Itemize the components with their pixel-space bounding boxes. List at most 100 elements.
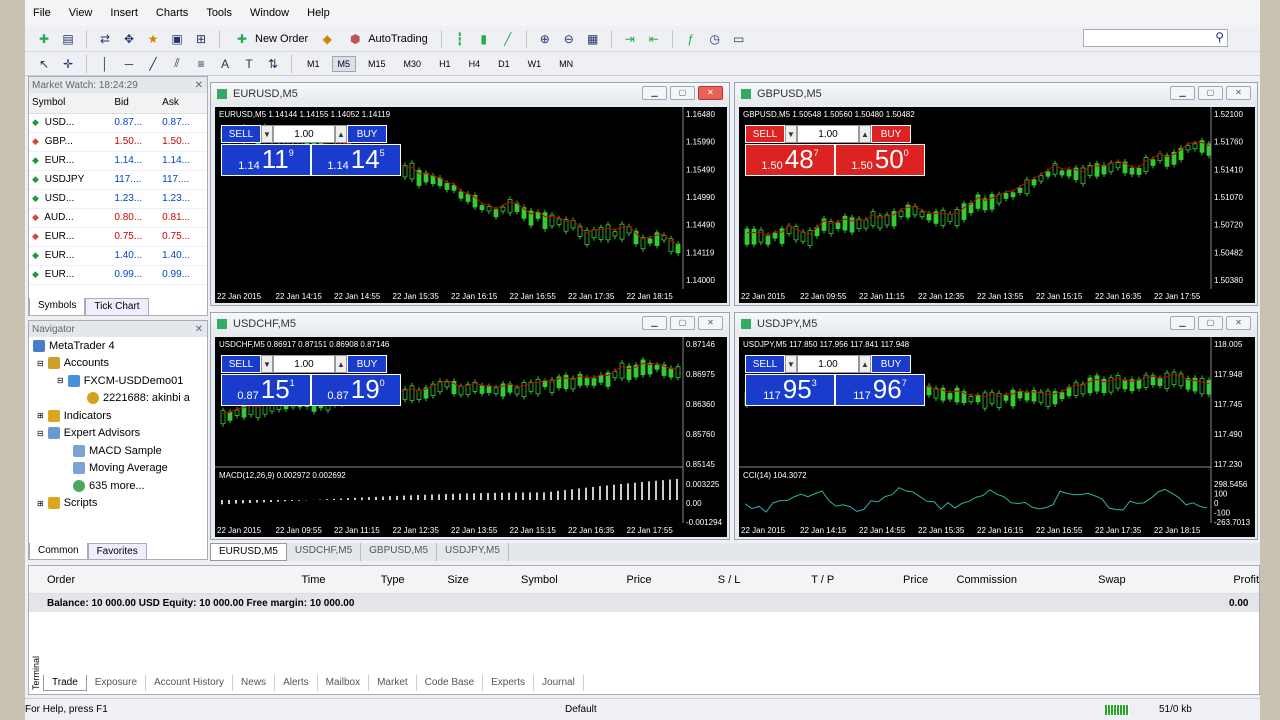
- chart-tab-usdjpy[interactable]: USDJPY,M5: [437, 543, 509, 561]
- tab-symbols[interactable]: Symbols: [29, 298, 86, 316]
- arrows-icon[interactable]: ⇅: [264, 55, 282, 73]
- restore-icon[interactable]: ▢: [1198, 86, 1223, 100]
- tab-tick-chart[interactable]: Tick Chart: [85, 298, 149, 316]
- col-price-current[interactable]: Price: [834, 574, 928, 586]
- timeframe-d1[interactable]: D1: [492, 56, 516, 72]
- sell-button[interactable]: SELL: [221, 125, 261, 143]
- chart-canvas[interactable]: USDCHF,M5 0.86917 0.87151 0.86908 0.8714…: [215, 337, 727, 537]
- expand-icon[interactable]: ⊞: [37, 499, 44, 508]
- col-type[interactable]: Type: [326, 574, 405, 586]
- expand-icon[interactable]: ⊟: [57, 376, 64, 385]
- tree-item-metatrader[interactable]: MetaTrader 4: [29, 337, 207, 355]
- column-bid[interactable]: Bid: [111, 93, 160, 114]
- strategy-tester-icon[interactable]: ⊞: [192, 30, 210, 48]
- sell-price-button[interactable]: 0.87 15 1: [221, 374, 311, 406]
- timeframe-m1[interactable]: M1: [301, 56, 326, 72]
- sell-price-button[interactable]: 1.14 11 9: [221, 144, 311, 176]
- close-icon[interactable]: ✕: [698, 316, 723, 330]
- close-icon[interactable]: ✕: [698, 86, 723, 100]
- tile-windows-icon[interactable]: ▦: [584, 30, 602, 48]
- text-icon[interactable]: A: [216, 55, 234, 73]
- close-icon[interactable]: ✕: [195, 324, 203, 335]
- expand-icon[interactable]: ⊞: [37, 411, 44, 420]
- terminal-icon[interactable]: ▣: [168, 30, 186, 48]
- line-chart-icon[interactable]: ╱: [499, 30, 517, 48]
- market-watch-icon[interactable]: ⇄: [96, 30, 114, 48]
- search-icon[interactable]: ⚲: [1215, 30, 1224, 44]
- minimize-icon[interactable]: ▁: [1170, 86, 1195, 100]
- tree-item-scripts[interactable]: ⊞ Scripts: [29, 495, 207, 513]
- menu-view[interactable]: View: [69, 7, 93, 19]
- lot-down-icon[interactable]: ▼: [261, 125, 273, 143]
- tab-common[interactable]: Common: [29, 543, 88, 560]
- sell-button[interactable]: SELL: [745, 125, 785, 143]
- lot-down-icon[interactable]: ▼: [261, 355, 273, 373]
- tab-experts[interactable]: Experts: [483, 675, 535, 691]
- chart-tab-usdchf[interactable]: USDCHF,M5: [287, 543, 362, 561]
- timeframe-m5[interactable]: M5: [331, 55, 357, 72]
- market-watch-row[interactable]: ◆ USDJPY 117.... 117....: [29, 170, 207, 190]
- lot-size-input[interactable]: 1.00: [273, 355, 335, 373]
- menu-tools[interactable]: Tools: [206, 7, 232, 19]
- lot-size-input[interactable]: 1.00: [797, 355, 859, 373]
- text-label-icon[interactable]: T: [240, 55, 258, 73]
- tree-item-moving-average[interactable]: Moving Average: [29, 460, 207, 478]
- lot-size-input[interactable]: 1.00: [797, 125, 859, 143]
- metaeditor-icon[interactable]: ◆: [318, 30, 336, 48]
- col-commission[interactable]: Commission: [928, 574, 1018, 586]
- zoom-in-icon[interactable]: ⊕: [536, 30, 554, 48]
- chart-window[interactable]: GBPUSD,M5 ▁ ▢ ✕ GBPUSD,M5 1.50548 1.50560 1.…: [734, 82, 1258, 306]
- vertical-line-icon[interactable]: │: [96, 55, 114, 73]
- market-watch-row[interactable]: ◆ USD... 1.23... 1.23...: [29, 189, 207, 209]
- col-price[interactable]: Price: [558, 574, 651, 586]
- buy-button[interactable]: BUY: [871, 125, 911, 143]
- candlestick-icon[interactable]: ▮: [475, 30, 493, 48]
- tab-account-history[interactable]: Account History: [146, 675, 234, 691]
- tab-mailbox[interactable]: Mailbox: [318, 675, 370, 691]
- lot-down-icon[interactable]: ▼: [785, 355, 797, 373]
- buy-button[interactable]: BUY: [871, 355, 911, 373]
- tree-item-accounts[interactable]: ⊟ Accounts: [29, 355, 207, 373]
- col-time[interactable]: Time: [88, 574, 326, 586]
- market-watch-row[interactable]: ◆ USD... 0.87... 0.87...: [29, 113, 207, 133]
- market-watch-row[interactable]: ◆ AUD... 0.80... 0.81...: [29, 208, 207, 228]
- tab-alerts[interactable]: Alerts: [275, 675, 318, 691]
- lot-up-icon[interactable]: ▲: [859, 355, 871, 373]
- lot-size-input[interactable]: 1.00: [273, 125, 335, 143]
- tab-trade[interactable]: Trade: [43, 675, 87, 691]
- periods-icon[interactable]: ◷: [706, 30, 724, 48]
- minimize-icon[interactable]: ▁: [1170, 316, 1195, 330]
- tree-item-macd-sample[interactable]: MACD Sample: [29, 442, 207, 460]
- sell-price-button[interactable]: 1.50 48 7: [745, 144, 835, 176]
- timeframe-w1[interactable]: W1: [522, 56, 548, 72]
- market-watch-row[interactable]: ◆ EUR... 0.75... 0.75...: [29, 227, 207, 247]
- bar-chart-icon[interactable]: ┇: [451, 30, 469, 48]
- chart-window[interactable]: EURUSD,M5 ▁ ▢ ✕ EURUSD,M5 1.14144 1.14155 1.…: [210, 82, 730, 306]
- fibonacci-icon[interactable]: ≡: [192, 55, 210, 73]
- auto-scroll-icon[interactable]: ⇥: [621, 30, 639, 48]
- horizontal-line-icon[interactable]: ─: [120, 55, 138, 73]
- close-icon[interactable]: ✕: [1226, 316, 1251, 330]
- menu-file[interactable]: File: [33, 7, 51, 19]
- tree-item-server[interactable]: ⊟ FXCM-USDDemo01: [29, 372, 207, 390]
- tab-code-base[interactable]: Code Base: [417, 675, 484, 691]
- crosshair-target-icon[interactable]: ✥: [120, 30, 138, 48]
- tree-item-account[interactable]: 2221688: akinbi a: [29, 390, 207, 408]
- sell-button[interactable]: SELL: [745, 355, 785, 373]
- lot-up-icon[interactable]: ▲: [335, 125, 347, 143]
- menu-window[interactable]: Window: [250, 7, 289, 19]
- chart-tab-eurusd[interactable]: EURUSD,M5: [210, 543, 287, 561]
- timeframe-mn[interactable]: MN: [553, 56, 579, 72]
- navigator-icon[interactable]: ★: [144, 30, 162, 48]
- col-swap[interactable]: Swap: [1017, 574, 1126, 586]
- column-ask[interactable]: Ask: [159, 93, 207, 114]
- buy-button[interactable]: BUY: [347, 125, 387, 143]
- timeframe-h1[interactable]: H1: [433, 56, 457, 72]
- column-symbol[interactable]: Symbol: [29, 93, 112, 114]
- restore-icon[interactable]: ▢: [1198, 316, 1223, 330]
- tab-favorites[interactable]: Favorites: [87, 543, 147, 560]
- market-watch-row[interactable]: ◆ EUR... 1.14... 1.14...: [29, 151, 207, 171]
- autotrading-button[interactable]: ⬢ AutoTrading: [342, 30, 432, 48]
- indicators-icon[interactable]: ƒ: [682, 30, 700, 48]
- col-size[interactable]: Size: [405, 574, 468, 586]
